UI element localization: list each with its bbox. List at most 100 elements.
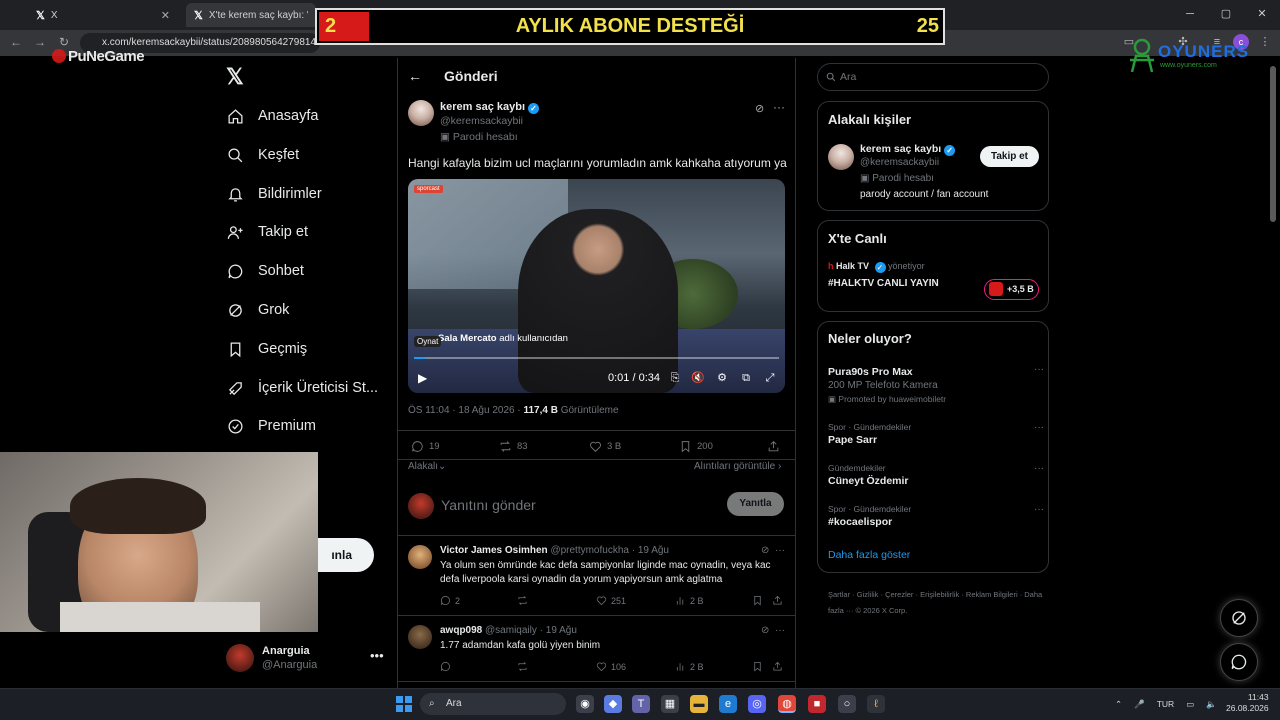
more-icon[interactable]: ···: [1034, 422, 1044, 433]
live-title[interactable]: #HALKTV CANLI YAYIN: [828, 278, 939, 289]
list-item[interactable]: Victor James Osimhen @prettymofuckha · 1…: [397, 536, 796, 616]
tab-close-icon[interactable]: ✕: [161, 9, 170, 22]
scrollbar[interactable]: [1270, 66, 1276, 222]
discord-icon[interactable]: ◎: [748, 695, 766, 713]
footer-links[interactable]: Şartlar · Gizlilik · Çerezler · Erişileb…: [828, 587, 1048, 619]
chevron-up-icon[interactable]: ⌃: [1115, 699, 1122, 710]
minimize-icon[interactable]: ─: [1172, 0, 1208, 28]
x-logo-icon[interactable]: 𝕏: [226, 66, 248, 88]
search-input[interactable]: Ara: [817, 63, 1049, 91]
live-host[interactable]: h Halk TV ✓ yönetiyor: [828, 261, 925, 273]
more-icon[interactable]: ···: [773, 100, 785, 114]
back-arrow-icon[interactable]: ←: [408, 68, 422, 84]
share-button[interactable]: [772, 595, 783, 606]
grok-icon[interactable]: ⊘: [761, 545, 769, 556]
reply-submit-button[interactable]: Yanıtla: [727, 492, 784, 516]
bookmark-button[interactable]: 200: [679, 440, 713, 453]
more-icon[interactable]: ···: [775, 545, 785, 556]
nav-explore[interactable]: Keşfet: [226, 140, 299, 170]
fullscreen-icon[interactable]: ⤢: [763, 371, 777, 385]
reply-button[interactable]: 19: [411, 440, 440, 453]
nav-notifications[interactable]: Bildirimler: [226, 179, 322, 209]
more-icon[interactable]: ···: [775, 625, 785, 636]
maximize-icon[interactable]: ▢: [1208, 0, 1244, 28]
microphone-icon[interactable]: 🎤: [1134, 699, 1145, 710]
teams-icon[interactable]: T: [632, 695, 650, 713]
nav-grok[interactable]: Grok: [226, 295, 289, 325]
file-explorer-icon[interactable]: ▬: [690, 695, 708, 713]
play-icon[interactable]: ▶: [418, 371, 427, 385]
avatar[interactable]: [408, 545, 432, 569]
chrome-icon[interactable]: ◍: [778, 695, 796, 713]
reply-button[interactable]: [440, 661, 455, 672]
browser-tab-post[interactable]: 𝕏 X'te kerem saç kaybı: "Hangi k: [186, 3, 316, 27]
grok-icon[interactable]: ⊘: [755, 102, 764, 115]
nav-bookmarks[interactable]: Geçmiş: [226, 334, 307, 364]
copilot-icon[interactable]: ◆: [604, 695, 622, 713]
mute-icon[interactable]: 🔇: [691, 371, 705, 385]
share-button[interactable]: [772, 661, 783, 672]
task-view-icon[interactable]: ◉: [576, 695, 594, 713]
related-user-handle[interactable]: @keremsackaybii: [860, 157, 939, 168]
list-item[interactable]: awqp098 @samiqaily · 19 Ağu ⊘ ··· 1.77 a…: [397, 616, 796, 682]
author-handle[interactable]: @keremsackaybii: [440, 115, 523, 127]
app-yellow-icon[interactable]: ℓ: [867, 695, 885, 713]
nav-follow[interactable]: Takip et: [226, 217, 308, 247]
repost-button[interactable]: 83: [499, 440, 528, 453]
video-progress-bar[interactable]: [414, 357, 779, 359]
app-circle-icon[interactable]: ○: [838, 695, 856, 713]
like-button[interactable]: 106: [596, 661, 626, 672]
edge-icon[interactable]: e: [719, 695, 737, 713]
reply-button[interactable]: 2: [440, 595, 460, 606]
back-icon[interactable]: ←: [8, 34, 24, 50]
trend-item[interactable]: Spor · Gündemdekiler #kocaelispor ···: [828, 504, 1044, 528]
bookmark-button[interactable]: [752, 595, 763, 606]
grok-icon[interactable]: ⊘: [761, 625, 769, 636]
live-listeners-badge[interactable]: +3,5 B: [984, 279, 1039, 300]
share-button[interactable]: [767, 440, 780, 453]
trend-item[interactable]: Spor · Gündemdekiler Pape Sarr ···: [828, 422, 1044, 446]
volume-icon[interactable]: 🔈: [1206, 699, 1217, 710]
nav-chat[interactable]: Sohbet: [226, 256, 304, 286]
author-name[interactable]: kerem saç kaybı ✓: [440, 101, 540, 114]
more-icon[interactable]: ···: [1034, 364, 1044, 375]
more-icon[interactable]: •••: [370, 648, 384, 663]
messages-fab[interactable]: [1220, 643, 1258, 681]
author-avatar[interactable]: [408, 100, 434, 126]
trend-item[interactable]: Pura90s Pro Max 200 MP Telefoto Kamera ▣…: [828, 364, 1044, 405]
quotes-link[interactable]: Alıntıları görüntüle ›: [694, 461, 781, 472]
browser-tab-x[interactable]: 𝕏 X ✕: [28, 3, 178, 27]
reply-sort-dropdown[interactable]: Alakalı⌄: [408, 461, 446, 472]
menu-dots-icon[interactable]: ⋮: [1258, 35, 1272, 49]
nav-creator-studio[interactable]: İçerik Üreticisi St...: [226, 373, 378, 403]
account-switcher[interactable]: Anarguia @Anarguia •••: [226, 644, 386, 674]
avatar[interactable]: [828, 144, 854, 170]
forward-icon[interactable]: →: [32, 34, 48, 50]
video-player[interactable]: sporcast Sala Mercato adlı kullanıcıdan …: [408, 179, 785, 393]
repost-button[interactable]: [517, 661, 528, 672]
trend-item[interactable]: Gündemdekiler Cüneyt Özdemir ···: [828, 463, 1044, 487]
captions-icon[interactable]: ⎘: [668, 371, 682, 385]
grok-fab[interactable]: [1220, 599, 1258, 637]
like-button[interactable]: 251: [596, 595, 626, 606]
repost-button[interactable]: [517, 595, 528, 606]
taskbar-search[interactable]: ⌕ Ara: [420, 693, 566, 715]
related-user-name[interactable]: kerem saç kaybı ✓: [860, 143, 956, 156]
follow-button[interactable]: Takip et: [980, 146, 1039, 167]
store-icon[interactable]: ▦: [661, 695, 679, 713]
language-indicator[interactable]: TUR: [1157, 699, 1174, 709]
more-icon[interactable]: ···: [1034, 504, 1044, 515]
like-button[interactable]: 3 B: [589, 440, 621, 453]
taskbar-clock[interactable]: 11:43 26.08.2026: [1226, 692, 1269, 714]
close-window-icon[interactable]: ✕: [1244, 0, 1280, 28]
nav-home[interactable]: Anasayfa: [226, 101, 318, 131]
nav-premium[interactable]: Premium: [226, 411, 316, 441]
more-icon[interactable]: ···: [1034, 463, 1044, 474]
show-more-link[interactable]: Daha fazla göster: [828, 549, 910, 561]
views-button[interactable]: 2 B: [675, 595, 704, 606]
bookmark-button[interactable]: [752, 661, 763, 672]
app-red-icon[interactable]: ■: [808, 695, 826, 713]
pip-icon[interactable]: ⧉: [739, 371, 753, 385]
network-icon[interactable]: ▭: [1186, 699, 1194, 710]
views-button[interactable]: 2 B: [675, 661, 704, 672]
